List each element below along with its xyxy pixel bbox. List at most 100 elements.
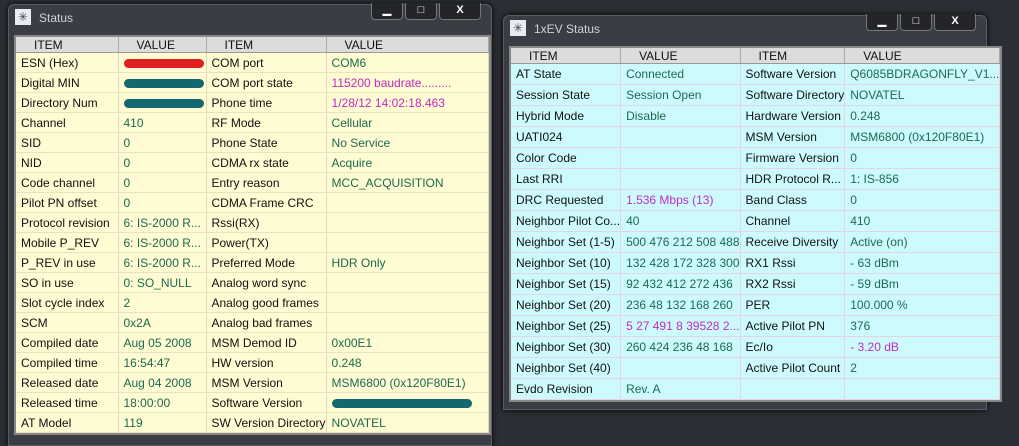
item-value: 1: IS-856 (844, 168, 1001, 190)
title-bar[interactable]: ✳ 1xEV Status ▁ □ X (504, 14, 986, 42)
redaction-scribble (123, 98, 204, 108)
redaction-scribble (123, 58, 204, 68)
column-header[interactable]: ITEM (740, 48, 846, 64)
column-header[interactable]: VALUE (326, 37, 489, 53)
app-icon: ✳ (15, 9, 31, 25)
item-value: Q6085BDRAGONFLY_V1... (844, 63, 1001, 85)
table-row[interactable]: DRC Requested 1.536 Mbps (13) Band Class 0 (511, 189, 1001, 211)
table-row[interactable]: Released date Aug 04 2008 MSM Version MSM68… (16, 372, 489, 393)
column-header[interactable]: VALUE (844, 48, 1001, 64)
table-row[interactable]: Session State Session Open Software Direct… (511, 84, 1001, 106)
item-value (620, 168, 741, 190)
column-header[interactable]: ITEM (206, 37, 327, 53)
item-label: Power(TX) (206, 232, 327, 253)
status-window: ✳ Status ▁ □ X ITEM VALUE ITEM VALUE ESN (Hex)… (8, 3, 492, 446)
table-row[interactable]: ESN (Hex) COM port COM6 (16, 52, 489, 73)
item-label: Compiled date (16, 332, 119, 353)
item-value: 18:00:00 (118, 392, 207, 413)
table-row[interactable]: Directory Num Phone time 1/28/12 14:02:18.… (16, 92, 489, 113)
table-row[interactable]: Compiled time 16:54:47 HW version 0.248 (16, 352, 489, 373)
status-table: ITEM VALUE ITEM VALUE ESN (Hex) COM port COM6 D… (16, 37, 489, 433)
column-header[interactable]: VALUE (118, 37, 207, 53)
item-value: 6: IS-2000 R... (118, 252, 207, 273)
table-row[interactable]: SO in use 0: SO_NULL Analog word sync (16, 272, 489, 293)
item-label: UATI024 (511, 126, 622, 148)
maximize-button[interactable]: □ (405, 3, 437, 20)
item-value (118, 72, 207, 93)
item-value: MSM6800 (0x120F80E1) (326, 372, 489, 393)
maximize-button[interactable]: □ (900, 14, 932, 31)
item-value: NOVATEL (844, 84, 1001, 106)
item-value: 0: SO_NULL (118, 272, 207, 293)
table-row[interactable]: Last RRI HDR Protocol R... 1: IS-856 (511, 168, 1001, 190)
table-row[interactable]: Channel 410 RF Mode Cellular (16, 112, 489, 133)
item-value: No Service (326, 132, 489, 153)
table-row[interactable]: NID 0 CDMA rx state Acquire (16, 152, 489, 173)
table-row[interactable]: Neighbor Set (1-5) 500 476 212 508 488 Rec… (511, 231, 1001, 253)
table-row[interactable]: AT State Connected Software Version Q6085BD… (511, 63, 1001, 85)
table-row[interactable]: SID 0 Phone State No Service (16, 132, 489, 153)
table-row[interactable]: Neighbor Set (10) 132 428 172 328 300 RX1 … (511, 252, 1001, 274)
item-label: Software Directory (740, 84, 846, 106)
table-row[interactable]: UATI024 MSM Version MSM6800 (0x120F80E1) (511, 126, 1001, 148)
item-label: Phone time (206, 92, 327, 113)
minimize-button[interactable]: ▁ (866, 14, 898, 31)
item-value: 1/28/12 14:02:18.463 (326, 92, 489, 113)
table-row[interactable]: Neighbor Set (15) 92 432 412 272 436 RX2 R… (511, 273, 1001, 295)
item-value (326, 312, 489, 333)
item-value (620, 147, 741, 169)
item-value: Acquire (326, 152, 489, 173)
item-label: SO in use (16, 272, 119, 293)
item-label: Directory Num (16, 92, 119, 113)
table-row[interactable]: Digital MIN COM port state 115200 baudrate… (16, 72, 489, 93)
table-row[interactable]: Slot cycle index 2 Analog good frames (16, 292, 489, 313)
table-row[interactable]: Hybrid Mode Disable Hardware Version 0.248 (511, 105, 1001, 127)
table-row[interactable]: Released time 18:00:00 Software Version (16, 392, 489, 413)
table-row[interactable]: Neighbor Set (30) 260 424 236 48 168 Ec/Io… (511, 336, 1001, 358)
item-label: Preferred Mode (206, 252, 327, 273)
table-row[interactable]: Neighbor Pilot Co... 40 Channel 410 (511, 210, 1001, 232)
table-row[interactable]: P_REV in use 6: IS-2000 R... Preferred Mod… (16, 252, 489, 273)
item-value: 100.000 % (844, 294, 1001, 316)
ev-status-table: ITEM VALUE ITEM VALUE AT State Connected Softw… (511, 48, 1001, 400)
item-value: Rev. A (620, 378, 741, 400)
item-value: 0 (118, 152, 207, 173)
table-row[interactable]: Neighbor Set (40) Active Pilot Count 2 (511, 357, 1001, 379)
table-row[interactable]: Neighbor Set (25) 5 27 491 8 39528 2... Ac… (511, 315, 1001, 337)
item-label: Hybrid Mode (511, 105, 622, 127)
table-row[interactable]: Mobile P_REV 6: IS-2000 R... Power(TX) (16, 232, 489, 253)
item-value: 0.248 (326, 352, 489, 373)
table-row[interactable]: SCM 0x2A Analog bad frames (16, 312, 489, 333)
column-header[interactable]: ITEM (16, 37, 119, 53)
item-value: 0 (118, 192, 207, 213)
item-label: Neighbor Set (1-5) (511, 231, 622, 253)
item-label: Neighbor Set (15) (511, 273, 622, 295)
title-bar[interactable]: ✳ Status ▁ □ X (9, 3, 491, 31)
column-header[interactable]: VALUE (620, 48, 741, 64)
column-header[interactable]: ITEM (511, 48, 622, 64)
table-row[interactable]: Neighbor Set (20) 236 48 132 168 260 PER 10… (511, 294, 1001, 316)
item-value: HDR Only (326, 252, 489, 273)
item-value (620, 126, 741, 148)
table-row[interactable]: Protocol revision 6: IS-2000 R... Rssi(RX) (16, 212, 489, 233)
item-label: Channel (16, 112, 119, 133)
window-title: Status (39, 11, 74, 25)
item-value (326, 212, 489, 233)
table-row[interactable]: Color Code Firmware Version 0 (511, 147, 1001, 169)
item-label: Analog good frames (206, 292, 327, 313)
table-row[interactable]: AT Model 119 SW Version Directory NOVATEL (16, 412, 489, 433)
table-row[interactable]: Code channel 0 Entry reason MCC_ACQUISITION (16, 172, 489, 193)
table-row[interactable]: Evdo Revision Rev. A (511, 378, 1001, 400)
item-label: COM port (206, 52, 327, 73)
item-label: MSM Version (740, 126, 846, 148)
item-value: 500 476 212 508 488 (620, 231, 741, 253)
close-button[interactable]: X (439, 3, 481, 20)
table-row[interactable]: Pilot PN offset 0 CDMA Frame CRC (16, 192, 489, 213)
table-row[interactable]: Compiled date Aug 05 2008 MSM Demod ID 0x00… (16, 332, 489, 353)
item-label: SCM (16, 312, 119, 333)
close-button[interactable]: X (934, 14, 976, 31)
item-value (118, 52, 207, 73)
redaction-scribble (331, 398, 472, 408)
item-label: Software Version (740, 63, 846, 85)
minimize-button[interactable]: ▁ (371, 3, 403, 20)
